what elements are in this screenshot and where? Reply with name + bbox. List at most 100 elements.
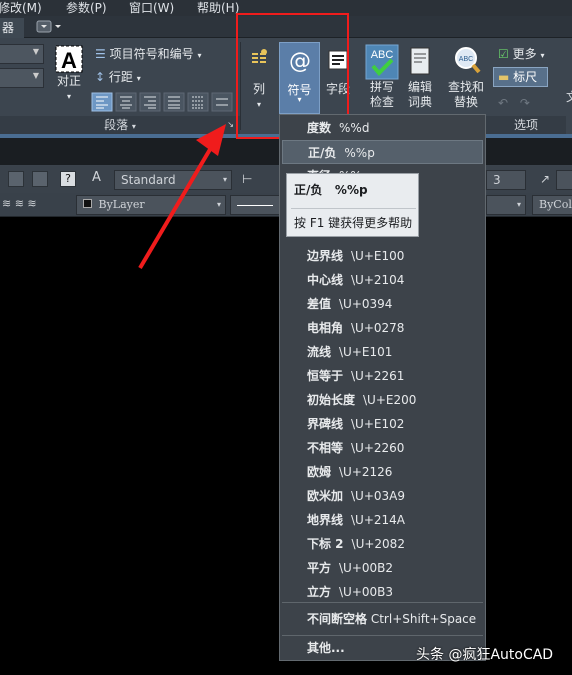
- chevron-down-icon: ▾: [197, 51, 202, 60]
- chevron-down-icon: ▾: [131, 122, 136, 131]
- symbol-code: \U+00B3: [339, 585, 394, 599]
- justify-icon: [163, 92, 185, 112]
- symbol-name: 下标 2: [307, 537, 344, 551]
- checkbox-icon: ☑: [498, 47, 509, 61]
- calculator-icon[interactable]: [32, 171, 48, 187]
- text-style-field[interactable]: Standard ▾: [114, 170, 232, 190]
- tab-dropdown-button[interactable]: [36, 20, 62, 34]
- line-spacing-label: 行距: [108, 70, 133, 84]
- more-button[interactable]: ☑ 更多 ▾: [498, 46, 544, 64]
- plot-color-field[interactable]: ByColo: [532, 195, 572, 215]
- menu-item-symbol[interactable]: 地界线 \U+214A: [280, 508, 485, 532]
- symbol-name: 欧米加: [307, 489, 344, 503]
- justify-button[interactable]: A 对正 ▾: [53, 44, 85, 104]
- partial-field[interactable]: 3: [486, 170, 526, 190]
- symbol-name: 初始长度: [307, 393, 356, 407]
- tab-text-editor[interactable]: 器: [0, 18, 24, 38]
- lineweight-field[interactable]: ▾: [486, 195, 526, 215]
- ribbon-next-panel[interactable]: 文: [566, 88, 572, 105]
- menu-item-symbol[interactable]: 平方 \U+00B2: [280, 556, 485, 580]
- menu-item-nbsp[interactable]: 不间断空格 Ctrl+Shift+Space: [280, 607, 485, 631]
- menubar-item[interactable]: 帮助(H): [197, 0, 239, 16]
- chevron-down-icon: ▾: [216, 200, 221, 209]
- menu-item-symbol[interactable]: 中心线 \U+2104: [280, 268, 485, 292]
- chevron-down-icon: ▾: [540, 51, 545, 60]
- symbol-tooltip: 正/负 %%p 按 F1 键获得更多帮助: [286, 173, 419, 237]
- symbol-code: \U+03A9: [351, 489, 406, 503]
- paragraph-panel-title[interactable]: 段落 ▾ ↘: [0, 116, 240, 134]
- find-replace-button[interactable]: ABC 查找和 替换: [445, 44, 487, 110]
- menu-item-symbol[interactable]: 恒等于 \U+2261: [280, 364, 485, 388]
- ruler-icon: ▬: [498, 70, 510, 84]
- spellcheck-label: 拼写 检查: [369, 80, 394, 109]
- symbol-name: 不相等: [307, 441, 344, 455]
- menubar-item[interactable]: 修改(M): [0, 0, 42, 16]
- color-combo[interactable]: ▼: [0, 68, 44, 88]
- menu-item-symbol[interactable]: 欧姆 \U+2126: [280, 460, 485, 484]
- dialog-launcher-icon[interactable]: ↘: [227, 116, 234, 134]
- redo-icon: ↷: [519, 96, 530, 110]
- symbol-code: \U+E100: [351, 249, 405, 263]
- symbol-name: 边界线: [307, 249, 344, 263]
- multileader-field[interactable]: [556, 170, 572, 190]
- svg-text:ABC: ABC: [371, 49, 394, 61]
- menu-item-symbol[interactable]: 立方 \U+00B3: [280, 580, 485, 604]
- edit-dictionary-button[interactable]: 编辑 词典: [403, 44, 437, 110]
- symbol-name: 正/负: [308, 146, 337, 160]
- align-left-icon: [91, 92, 113, 112]
- menubar-item[interactable]: 参数(P): [66, 0, 107, 16]
- line-spacing-button[interactable]: ↕ 行距 ▾: [95, 69, 141, 87]
- options-panel-title: 选项: [486, 116, 566, 134]
- text-style-icon: A: [92, 170, 101, 185]
- symbol-name: 欧姆: [307, 465, 332, 479]
- menu-item-symbol[interactable]: 度数 %%d: [280, 116, 485, 140]
- symbol-code: %%d: [339, 121, 370, 135]
- font-combo[interactable]: ▼: [0, 44, 44, 64]
- symbol-code: \U+2104: [351, 273, 405, 287]
- dictionary-icon: [410, 47, 430, 75]
- symbol-name: 恒等于: [307, 369, 344, 383]
- symbol-code: \U+214A: [351, 513, 406, 527]
- edit-dictionary-label: 编辑 词典: [407, 80, 432, 109]
- menubar-item[interactable]: 窗口(W): [129, 0, 174, 16]
- menu-item-symbol[interactable]: 下标 2 \U+2082: [280, 532, 485, 556]
- help-icon[interactable]: ?: [60, 171, 76, 187]
- bullets-label: 项目符号和编号: [109, 47, 194, 61]
- menu-item-symbol[interactable]: 不相等 \U+2260: [280, 436, 485, 460]
- layer-states-icon[interactable]: [8, 171, 24, 187]
- layer-field[interactable]: ByLayer ▾: [76, 195, 226, 215]
- symbol-name: 立方: [307, 585, 332, 599]
- bullets-button[interactable]: ☰ 项目符号和编号 ▾: [95, 46, 201, 64]
- linetype-sample: [237, 205, 273, 206]
- menu-item-symbol[interactable]: 初始长度 \U+E200: [280, 388, 485, 412]
- svg-text:A: A: [61, 48, 77, 73]
- paragraph-align-row[interactable]: [91, 92, 233, 112]
- spellcheck-icon: ABC: [365, 44, 399, 80]
- menu-item-symbol[interactable]: 正/负 %%p: [282, 140, 483, 164]
- layer-tools-icons[interactable]: ≋ ≋ ≋: [2, 197, 37, 210]
- chevron-down-icon: ▾: [516, 200, 521, 209]
- menu-item-symbol[interactable]: 欧米加 \U+03A9: [280, 484, 485, 508]
- text-a-icon: A: [55, 45, 83, 73]
- linetype-field[interactable]: [230, 195, 280, 215]
- menu-item-symbol[interactable]: 界碑线 \U+E102: [280, 412, 485, 436]
- symbol-code: \U+E101: [339, 345, 393, 359]
- menu-item-symbol[interactable]: 流线 \U+E101: [280, 340, 485, 364]
- symbol-code: \U+0394: [339, 297, 393, 311]
- line-spacing-icon: ↕: [95, 70, 106, 84]
- menu-item-symbol[interactable]: 差值 \U+0394: [280, 292, 485, 316]
- spellcheck-button[interactable]: ABC 拼写 检查: [363, 44, 401, 110]
- symbol-name: 流线: [307, 345, 332, 359]
- svg-text:ABC: ABC: [459, 56, 473, 63]
- menu-item-symbol[interactable]: 电相角 \U+0278: [280, 316, 485, 340]
- ruler-toggle[interactable]: ▬ 标尺: [493, 67, 548, 87]
- tooltip-help: 按 F1 键获得更多帮助: [294, 216, 413, 230]
- symbol-code: \U+2261: [351, 369, 405, 383]
- undo-redo-icons[interactable]: ↶ ↷: [498, 96, 530, 110]
- symbol-name: 中心线: [307, 273, 344, 287]
- symbol-code: \U+00B2: [339, 561, 394, 575]
- ruler-label: 标尺: [513, 70, 538, 84]
- dimension-style-icon: ⊢: [242, 172, 253, 186]
- menu-item-symbol[interactable]: 边界线 \U+E100: [280, 244, 485, 268]
- symbol-name: 界碑线: [307, 417, 344, 431]
